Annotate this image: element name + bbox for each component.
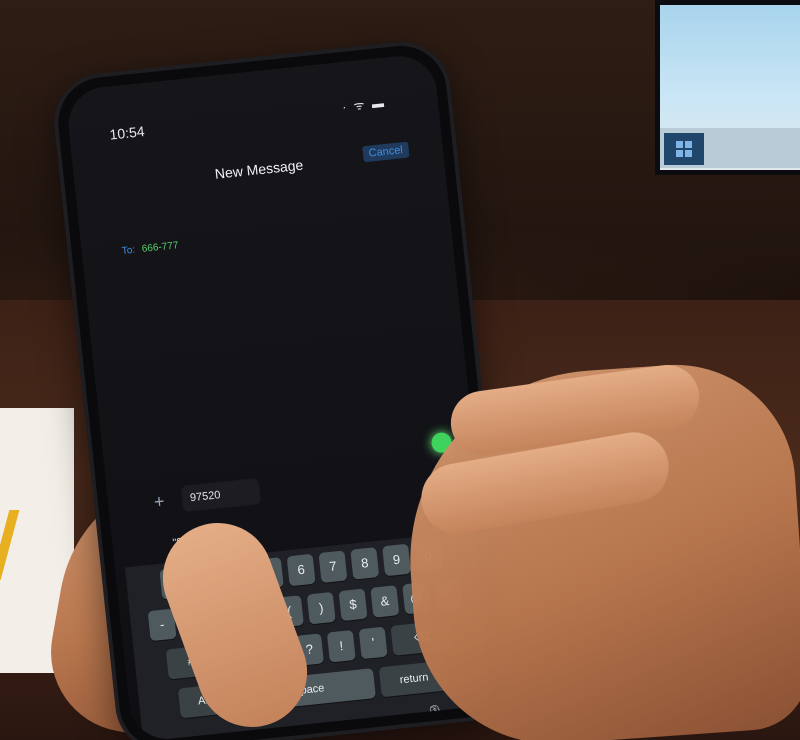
key[interactable]: 9: [382, 543, 412, 577]
photo-scene: 10:54 · ᯤ ▬ New Message Cancel To: 666-7…: [0, 0, 800, 740]
plus-icon[interactable]: +: [147, 489, 171, 513]
recipient-value: 666-777: [141, 240, 179, 255]
to-label: To:: [121, 244, 136, 258]
recipient-row[interactable]: To: 666-777: [121, 240, 179, 257]
key[interactable]: $: [338, 588, 368, 622]
key[interactable]: !: [326, 629, 356, 663]
status-icons: · ᯤ ▬: [341, 95, 387, 115]
windows-logo-icon: [676, 141, 692, 157]
key[interactable]: ): [306, 591, 336, 625]
key[interactable]: 7: [318, 550, 348, 583]
key[interactable]: &: [370, 585, 400, 618]
key[interactable]: 6: [286, 553, 316, 587]
status-time: 10:54: [108, 123, 146, 143]
message-input[interactable]: 97520: [180, 478, 261, 513]
key[interactable]: 8: [350, 547, 380, 580]
key[interactable]: ': [358, 626, 388, 660]
compose-bar: + 97520: [147, 431, 453, 519]
